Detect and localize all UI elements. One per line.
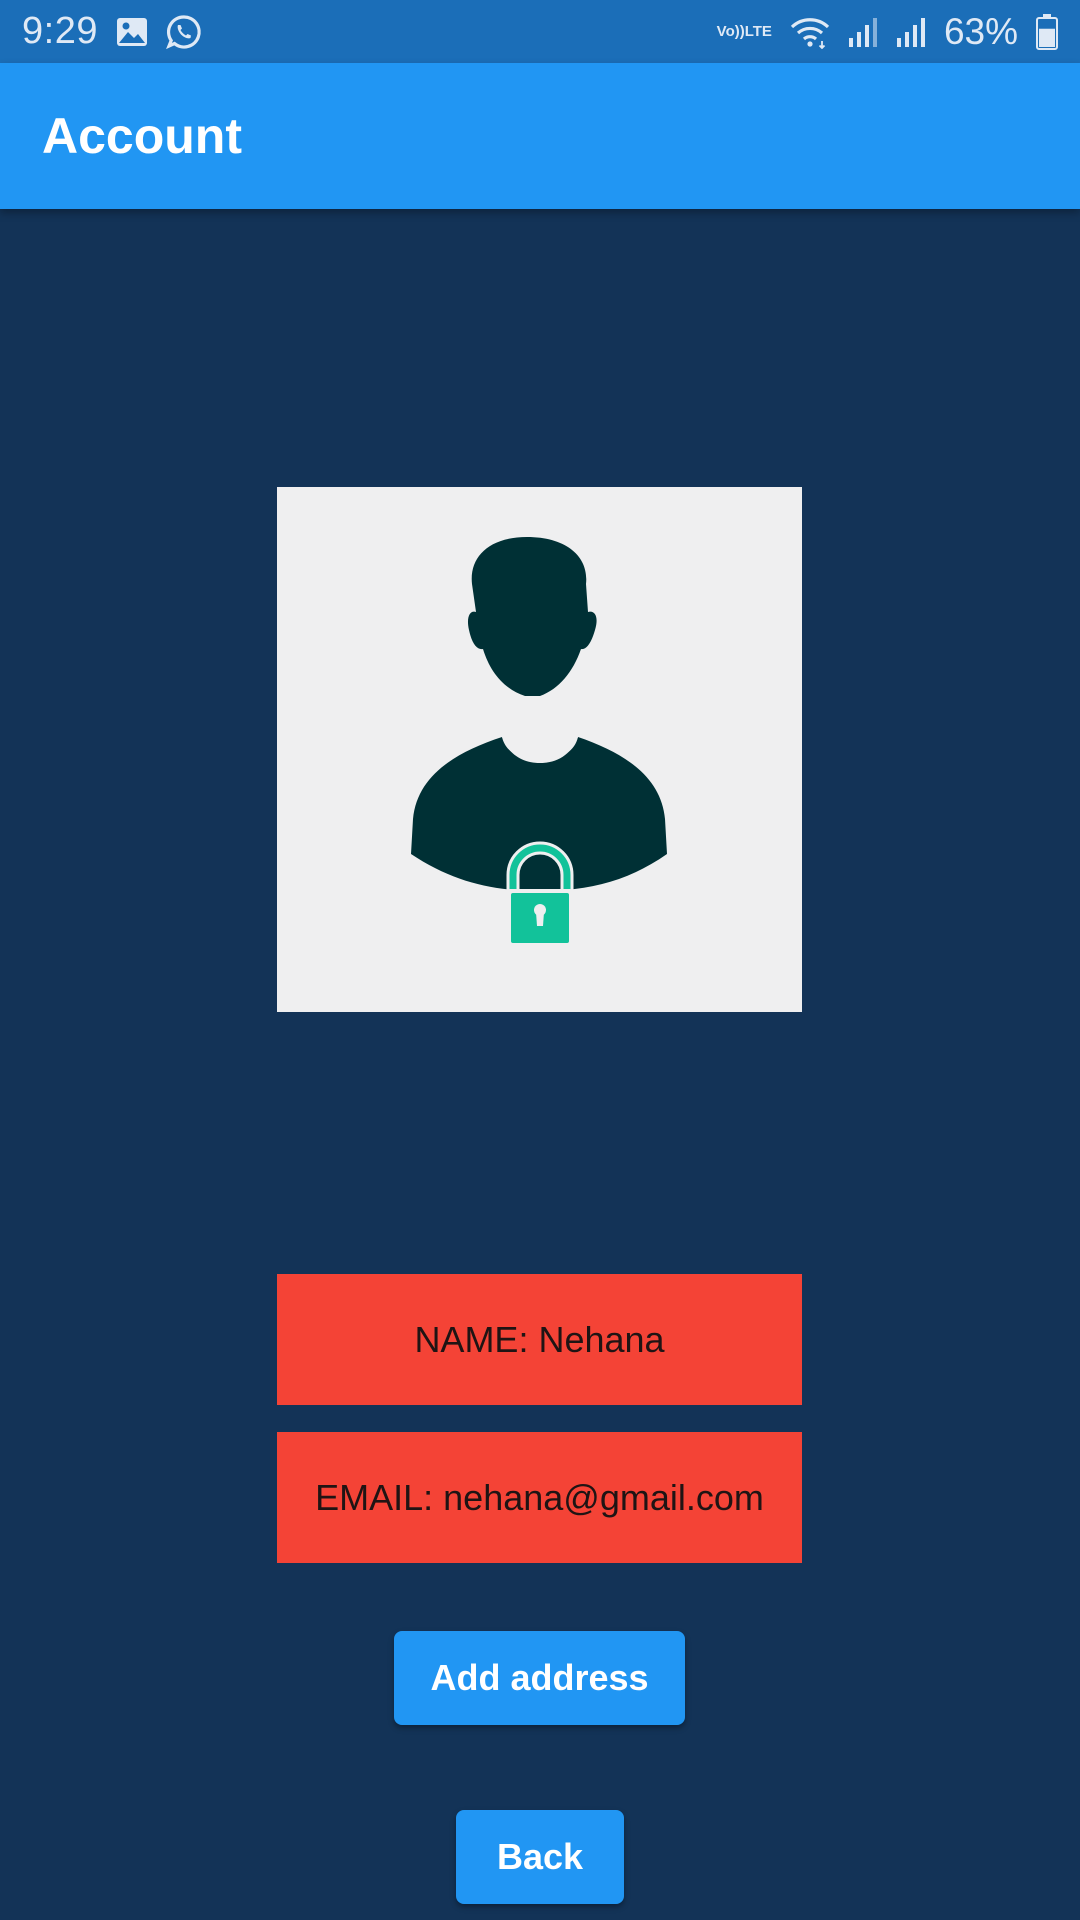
avatar (277, 487, 802, 1012)
status-left: 9:29 (22, 10, 202, 53)
volte-icon: Vo)) LTE (717, 24, 772, 39)
image-icon (116, 17, 148, 47)
wifi-icon (790, 15, 830, 49)
email-text: EMAIL: nehana@gmail.com (315, 1476, 764, 1518)
whatsapp-icon (166, 14, 202, 50)
user-lock-icon (411, 537, 667, 947)
volte-label: Vo)) (716, 23, 745, 40)
add-address-button[interactable]: Add address (394, 1631, 685, 1725)
lte-label: LTE (744, 23, 772, 40)
status-right: Vo)) LTE 63% (717, 11, 1058, 53)
email-field: EMAIL: nehana@gmail.com (277, 1432, 802, 1563)
battery-icon (1036, 13, 1058, 50)
page-title: Account (42, 108, 242, 164)
status-time: 9:29 (22, 10, 98, 52)
app-bar: Account (0, 63, 1080, 209)
signal-icon (848, 16, 878, 48)
status-bar: 9:29 Vo)) LTE 63% (0, 0, 1080, 63)
name-text: NAME: Nehana (414, 1318, 665, 1360)
signal-icon (896, 16, 926, 48)
back-button[interactable]: Back (456, 1810, 624, 1904)
battery-percent: 63% (943, 10, 1018, 52)
name-field: NAME: Nehana (277, 1274, 802, 1405)
